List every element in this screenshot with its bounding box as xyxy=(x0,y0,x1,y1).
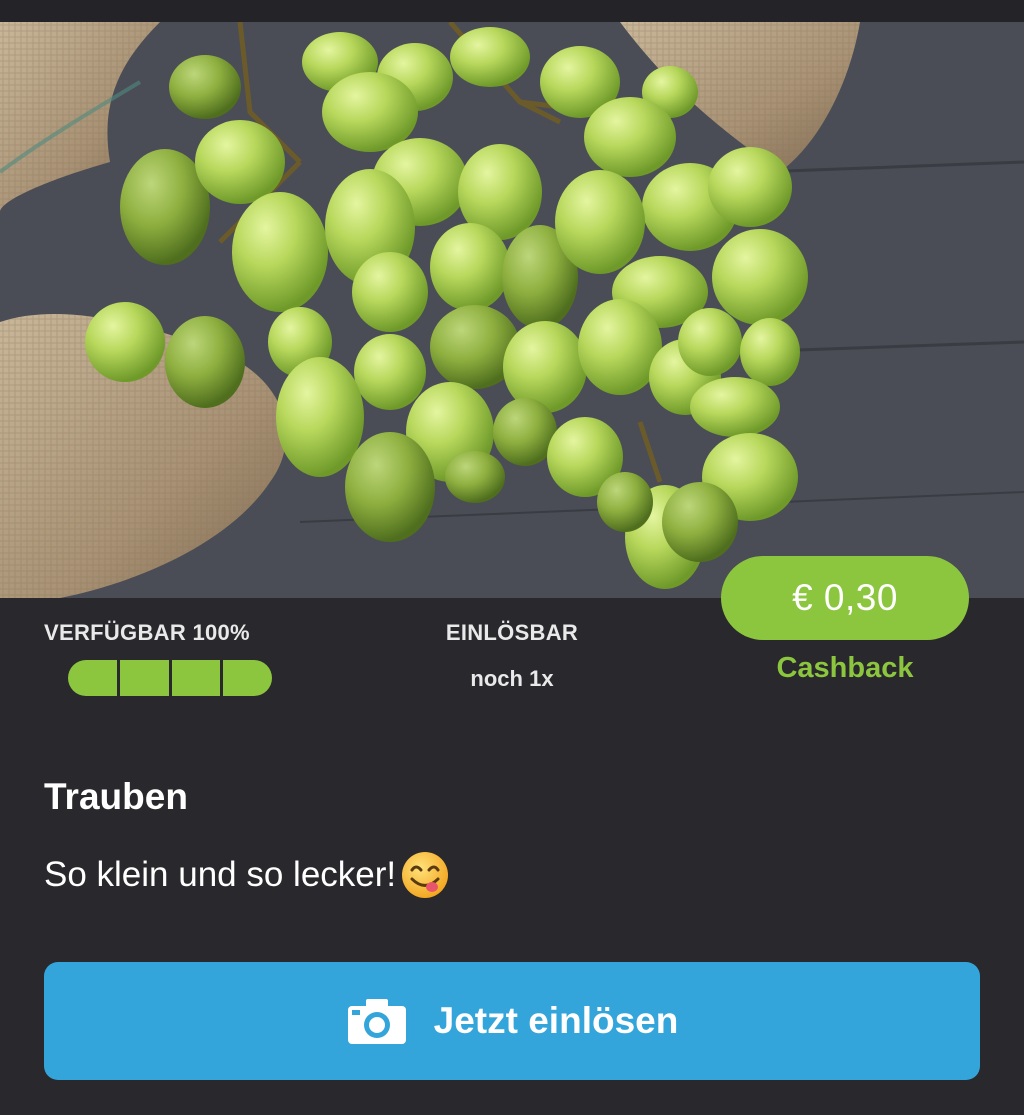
product-description: So klein und so lecker! xyxy=(44,850,450,900)
product-image xyxy=(0,22,1024,598)
availability-bar xyxy=(68,660,272,696)
availability-segment xyxy=(119,660,169,696)
availability-segment xyxy=(171,660,221,696)
product-title: Trauben xyxy=(44,776,188,817)
availability-segment xyxy=(223,660,272,696)
cashback-label: Cashback xyxy=(776,652,914,684)
cashback-amount-badge: € 0,30 xyxy=(721,556,969,640)
availability-segment xyxy=(68,660,117,696)
cashback-amount: € 0,30 xyxy=(792,577,898,618)
redeemable-label: EINLÖSBAR xyxy=(445,620,579,645)
camera-icon xyxy=(347,999,406,1044)
product-description-text: So klein und so lecker! xyxy=(44,855,397,894)
top-bar xyxy=(0,0,1024,22)
redeem-now-label: Jetzt einlösen xyxy=(433,1000,679,1041)
redeem-now-button[interactable]: Jetzt einlösen xyxy=(44,962,980,1080)
redeemable-count: noch 1x xyxy=(470,666,554,691)
availability-label: VERFÜGBAR 100% xyxy=(44,620,250,645)
grapes-illustration xyxy=(0,22,1024,598)
face-savoring-food-icon xyxy=(402,852,449,898)
